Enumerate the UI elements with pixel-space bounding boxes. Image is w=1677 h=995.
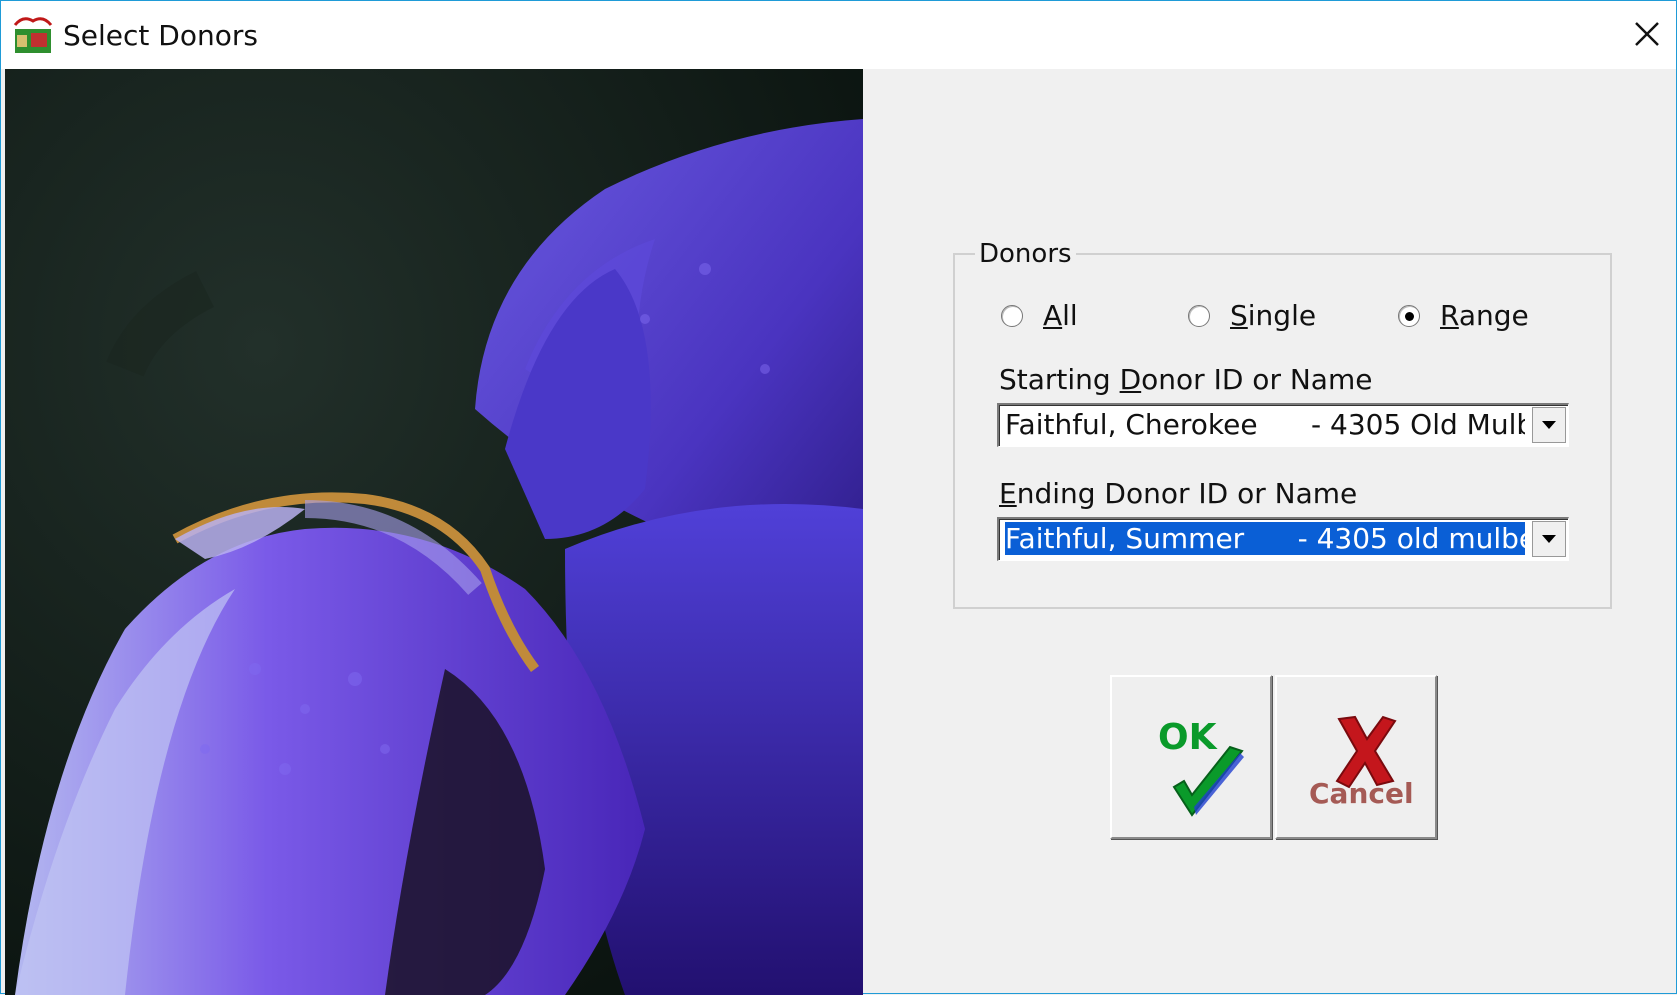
- donors-group-label: Donors: [975, 239, 1076, 269]
- checkmark-icon: [1172, 745, 1244, 817]
- dialog-window: Select Donors Donors All Single Range St…: [0, 0, 1677, 995]
- x-cancel-icon: [1335, 715, 1397, 789]
- close-icon[interactable]: [1626, 15, 1668, 55]
- app-icon: [13, 17, 53, 53]
- title-bar[interactable]: Select Donors: [1, 1, 1676, 69]
- starting-donor-dropdown-icon[interactable]: [1532, 407, 1566, 443]
- iris-photo: [5, 69, 863, 995]
- cancel-button[interactable]: Cancel: [1275, 675, 1437, 839]
- starting-donor-combo[interactable]: Faithful, Cherokee - 4305 Old Mulberry R…: [997, 403, 1569, 447]
- starting-donor-label: Starting Donor ID or Name: [999, 363, 1373, 396]
- radio-all[interactable]: All: [1001, 299, 1078, 332]
- radio-single-label: Single: [1230, 299, 1317, 332]
- ending-donor-value[interactable]: Faithful, Summer - 4305 old mulberry rd: [1005, 521, 1525, 557]
- radio-all-label: All: [1043, 299, 1078, 332]
- radio-range[interactable]: Range: [1398, 299, 1529, 332]
- cancel-label: Cancel: [1309, 777, 1414, 810]
- radio-single-circle[interactable]: [1188, 304, 1210, 327]
- ok-button[interactable]: OK: [1110, 675, 1272, 839]
- radio-all-circle[interactable]: [1001, 304, 1023, 327]
- ending-donor-dropdown-icon[interactable]: [1532, 521, 1566, 557]
- starting-donor-value[interactable]: Faithful, Cherokee - 4305 Old Mulberry R…: [1005, 407, 1525, 443]
- ending-donor-combo[interactable]: Faithful, Summer - 4305 old mulberry rd: [997, 517, 1569, 561]
- radio-range-circle[interactable]: [1398, 304, 1420, 327]
- ending-donor-label: Ending Donor ID or Name: [999, 477, 1358, 510]
- radio-range-label: Range: [1440, 299, 1529, 332]
- window-title: Select Donors: [63, 19, 258, 52]
- radio-single[interactable]: Single: [1188, 299, 1316, 332]
